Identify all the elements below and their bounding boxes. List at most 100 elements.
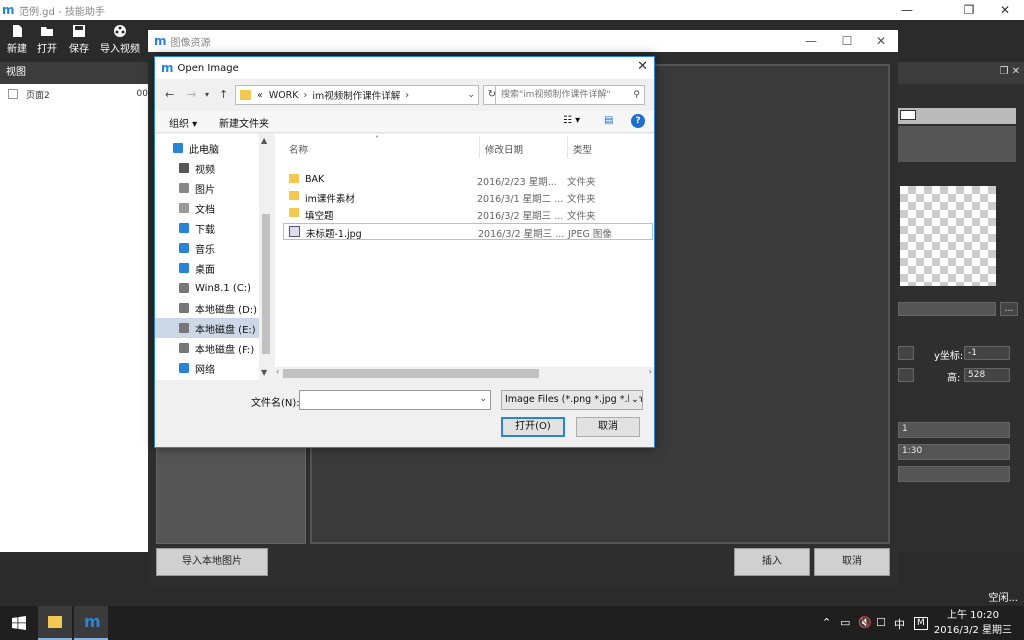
- tree-item[interactable]: 本地磁盘 (D:): [155, 298, 259, 318]
- page-checkbox[interactable]: [8, 89, 18, 99]
- open-button[interactable]: 打开: [36, 24, 58, 55]
- x-coordinate-spinbox[interactable]: [898, 346, 914, 360]
- file-explorer-icon: [48, 616, 62, 628]
- property-field-3[interactable]: [898, 466, 1010, 482]
- column-divider[interactable]: [567, 136, 568, 158]
- scroll-up-icon[interactable]: ▲: [261, 136, 267, 145]
- close-button[interactable]: ✕: [982, 0, 1024, 20]
- tree-item[interactable]: 桌面: [155, 258, 259, 278]
- tray-expand-icon[interactable]: ⌃: [822, 616, 831, 629]
- tree-item[interactable]: 此电脑: [155, 138, 259, 158]
- column-header-type[interactable]: 类型: [573, 142, 592, 156]
- new-folder-button[interactable]: 新建文件夹: [219, 115, 269, 130]
- tree-item[interactable]: 本地磁盘 (F:): [155, 338, 259, 358]
- horizontal-scrollbar[interactable]: ‹ ›: [275, 367, 654, 380]
- image-path-field[interactable]: [898, 302, 996, 316]
- address-bar[interactable]: « WORK › im视频制作课件详解 › ⌄: [235, 85, 479, 105]
- tree-item[interactable]: 视频: [155, 158, 259, 178]
- ime-mode[interactable]: M: [914, 617, 928, 630]
- y-coordinate-spinbox[interactable]: -1: [964, 346, 1010, 360]
- scroll-right-icon[interactable]: ›: [649, 367, 652, 376]
- file-name: 填空题: [305, 211, 334, 222]
- input-language[interactable]: 中: [894, 616, 905, 632]
- resource-minimize-button[interactable]: —: [794, 30, 828, 52]
- page-number: 00: [136, 89, 148, 99]
- tree-item-label: 文档: [195, 204, 215, 216]
- page-label: 页面2: [26, 90, 50, 101]
- minimize-button[interactable]: —: [884, 0, 930, 20]
- open-dialog-close-button[interactable]: ✕: [637, 59, 648, 74]
- breadcrumb-work[interactable]: WORK: [269, 90, 299, 101]
- breadcrumb-folder[interactable]: im视频制作课件详解: [312, 88, 400, 102]
- tree-scrollbar[interactable]: ▲ ▼: [259, 134, 273, 380]
- resource-maximize-button[interactable]: ☐: [830, 30, 864, 52]
- tree-item[interactable]: 文档: [155, 198, 259, 218]
- tree-item[interactable]: Win8.1 (C:): [155, 278, 259, 298]
- page-list-item[interactable]: 页面2 00: [0, 84, 150, 104]
- tree-item-label: 此电脑: [189, 144, 219, 156]
- taskbar-clock[interactable]: 上午 10:20 2016/3/2 星期三: [934, 608, 1012, 638]
- back-arrow-icon[interactable]: ←: [165, 88, 174, 101]
- new-button[interactable]: 新建: [6, 24, 28, 55]
- import-local-image-button[interactable]: 导入本地图片: [156, 548, 268, 576]
- file-explorer-taskbar-button[interactable]: [38, 606, 72, 640]
- tree-item[interactable]: 本地磁盘 (E:): [155, 318, 259, 338]
- resource-close-button[interactable]: ✕: [864, 30, 898, 52]
- resource-cancel-button[interactable]: 取消: [814, 548, 890, 576]
- column-header-date[interactable]: 修改日期: [485, 142, 523, 156]
- tree-item[interactable]: 下载: [155, 218, 259, 238]
- filename-input[interactable]: ⌄: [299, 390, 491, 410]
- tree-item[interactable]: 网络: [155, 358, 259, 378]
- file-type: 文件夹: [567, 211, 596, 222]
- tree-item[interactable]: 图片: [155, 178, 259, 198]
- column-divider[interactable]: [479, 136, 480, 158]
- tree-item[interactable]: 音乐: [155, 238, 259, 258]
- filename-dropdown-icon[interactable]: ⌄: [479, 394, 487, 404]
- view-options-button[interactable]: ☷ ▾: [563, 115, 580, 126]
- new-file-icon: [13, 25, 22, 37]
- address-dropdown-icon[interactable]: ⌄: [467, 90, 475, 100]
- column-header-name[interactable]: 名称: [289, 142, 308, 156]
- width-spinbox[interactable]: [898, 368, 914, 382]
- file-type: 文件夹: [567, 194, 596, 205]
- file-type-select[interactable]: Image Files (*.png *.jpg *.bmp ⌄: [501, 390, 643, 410]
- clock-time: 上午 10:20: [946, 610, 999, 621]
- height-spinbox[interactable]: 528: [964, 368, 1010, 382]
- file-row[interactable]: im课件素材 2016/3/1 星期二 ... 文件夹: [283, 189, 653, 206]
- search-input[interactable]: 搜索"im视频制作课件详解" ⚲: [495, 85, 645, 105]
- up-arrow-icon[interactable]: ↑: [219, 88, 228, 101]
- organize-menu[interactable]: 组织 ▾: [169, 115, 197, 130]
- scroll-down-icon[interactable]: ▼: [261, 368, 267, 377]
- insert-button[interactable]: 插入: [734, 548, 810, 576]
- command-bar: 组织 ▾ 新建文件夹 ☷ ▾ ▤ ?: [155, 111, 654, 133]
- help-icon[interactable]: ?: [631, 114, 645, 128]
- folder-icon: [240, 90, 251, 100]
- notification-icon[interactable]: ☐: [876, 616, 886, 629]
- app-taskbar-button[interactable]: m: [74, 606, 108, 640]
- file-row[interactable]: 未标题-1.jpg 2016/3/2 星期三 ... JPEG 图像: [283, 223, 653, 240]
- app-taskbar-icon: m: [84, 612, 101, 631]
- drive-icon: [179, 303, 189, 313]
- volume-muted-icon[interactable]: 🔇: [858, 616, 872, 629]
- open-dialog-cancel-button[interactable]: 取消: [576, 417, 640, 437]
- open-button[interactable]: 打开(O): [501, 417, 565, 437]
- forward-arrow-icon[interactable]: →: [187, 88, 196, 101]
- save-button[interactable]: 保存: [68, 24, 90, 55]
- import-video-button[interactable]: 导入视频: [100, 24, 140, 55]
- preview-pane-icon[interactable]: ▤: [604, 115, 613, 126]
- file-row[interactable]: BAK 2016/2/23 星期... 文件夹: [283, 172, 653, 189]
- drive-icon: [179, 343, 189, 353]
- file-row[interactable]: 填空题 2016/3/2 星期三 ... 文件夹: [283, 206, 653, 223]
- browse-button[interactable]: ...: [1000, 302, 1018, 316]
- property-field-2[interactable]: 1:30: [898, 444, 1010, 460]
- battery-icon[interactable]: ▭: [840, 616, 850, 629]
- image-resource-title-bar: m 图像资源 — ☐ ✕: [148, 30, 898, 52]
- scrollbar-thumb[interactable]: [262, 214, 270, 354]
- windows-start-icon[interactable]: [12, 616, 26, 630]
- scrollbar-thumb[interactable]: [283, 369, 539, 378]
- property-field-1[interactable]: 1: [898, 422, 1010, 438]
- float-panel-icon[interactable]: ❐ ✕: [999, 66, 1020, 77]
- color-swatch[interactable]: [900, 110, 916, 120]
- scroll-left-icon[interactable]: ‹: [276, 367, 279, 376]
- recent-locations-icon[interactable]: ▾: [205, 90, 209, 99]
